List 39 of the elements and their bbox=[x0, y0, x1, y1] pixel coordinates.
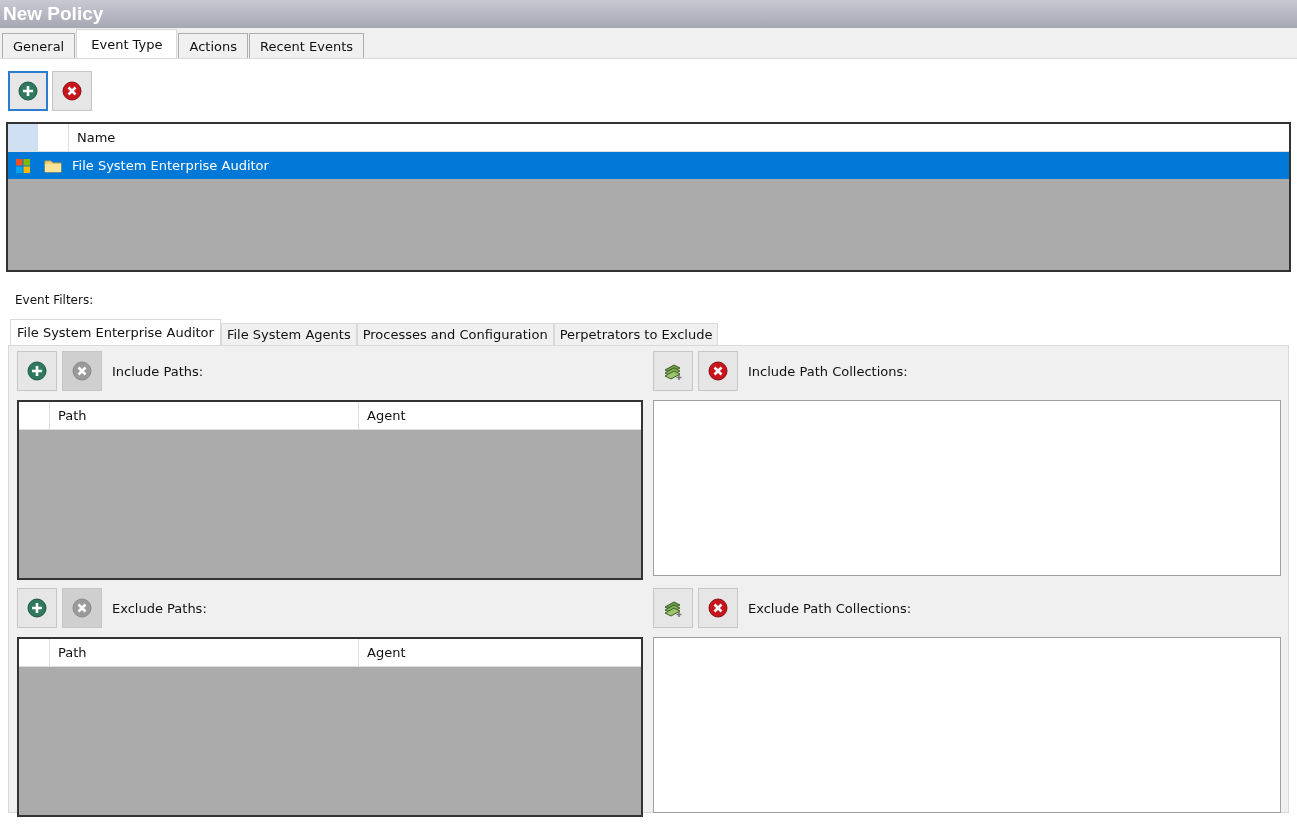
tab[interactable]: Perpetrators to Exclude bbox=[553, 323, 719, 345]
row-header-corner bbox=[8, 124, 38, 151]
field-label: Include Path Collections: bbox=[748, 363, 908, 379]
table-row[interactable]: File System Enterprise Auditor bbox=[8, 152, 1289, 179]
add-collection-button[interactable] bbox=[653, 588, 693, 628]
remove-button[interactable] bbox=[698, 588, 738, 628]
windows-logo-icon bbox=[15, 157, 31, 174]
tab[interactable]: General bbox=[2, 33, 76, 58]
tab[interactable]: Recent Events bbox=[248, 33, 365, 58]
window-title: New Policy bbox=[3, 3, 104, 25]
column-header[interactable]: Path bbox=[49, 402, 358, 429]
column-header[interactable]: Agent bbox=[358, 639, 641, 666]
tab[interactable]: Event Type bbox=[76, 29, 178, 58]
close-icon bbox=[707, 597, 729, 619]
field-label: Exclude Path Collections: bbox=[748, 600, 912, 616]
add-collection-button[interactable] bbox=[653, 351, 693, 391]
close-icon bbox=[61, 80, 83, 102]
column-header[interactable]: Path bbox=[49, 639, 358, 666]
tab[interactable]: Processes and Configuration bbox=[356, 323, 554, 345]
field-label: Exclude Paths: bbox=[112, 600, 207, 616]
add-icon bbox=[17, 80, 39, 102]
tab[interactable]: File System Enterprise Auditor bbox=[10, 319, 221, 345]
add-button[interactable] bbox=[8, 71, 48, 111]
field-label: Include Paths: bbox=[112, 363, 204, 379]
add-icon bbox=[26, 597, 48, 619]
tab[interactable]: Actions bbox=[178, 33, 248, 58]
remove-button[interactable] bbox=[52, 71, 92, 111]
close-icon bbox=[71, 360, 93, 382]
add-button[interactable] bbox=[17, 588, 57, 628]
folder-icon bbox=[44, 158, 62, 173]
section-label: Event Filters: bbox=[15, 293, 95, 307]
close-icon bbox=[71, 597, 93, 619]
add-button[interactable] bbox=[17, 351, 57, 391]
table-cell-text: File System Enterprise Auditor bbox=[71, 158, 269, 173]
column-header[interactable]: Agent bbox=[358, 402, 641, 429]
add-icon bbox=[26, 360, 48, 382]
remove-button[interactable] bbox=[698, 351, 738, 391]
tab[interactable]: File System Agents bbox=[220, 323, 357, 345]
close-icon bbox=[707, 360, 729, 382]
